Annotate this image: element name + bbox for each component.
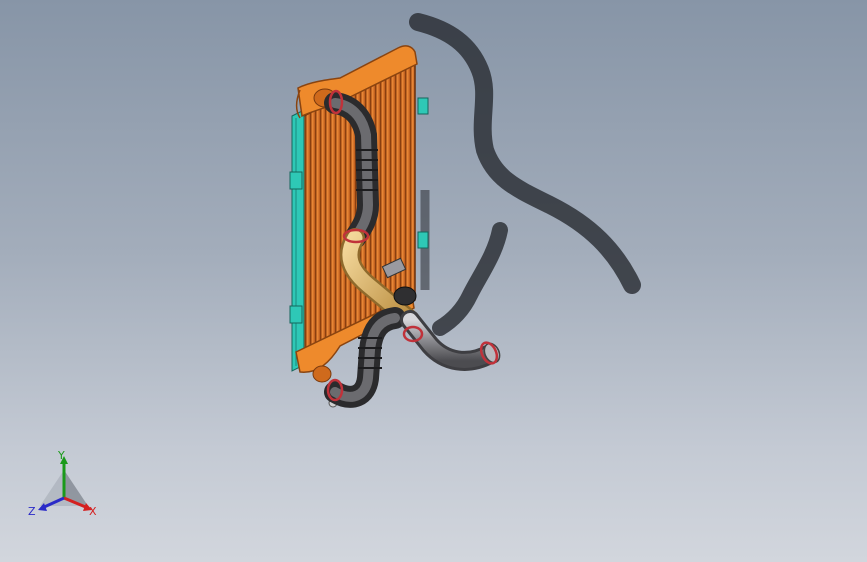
model-shadow: [409, 13, 641, 336]
orientation-triad[interactable]: Y X Z: [22, 448, 106, 524]
axis-x-label: X: [89, 505, 97, 518]
radiator-assembly-model[interactable]: [0, 0, 867, 562]
graphics-viewport[interactable]: Y X Z: [0, 0, 867, 562]
axis-y-label: Y: [58, 449, 65, 462]
axis-z-label: Z: [28, 505, 36, 518]
